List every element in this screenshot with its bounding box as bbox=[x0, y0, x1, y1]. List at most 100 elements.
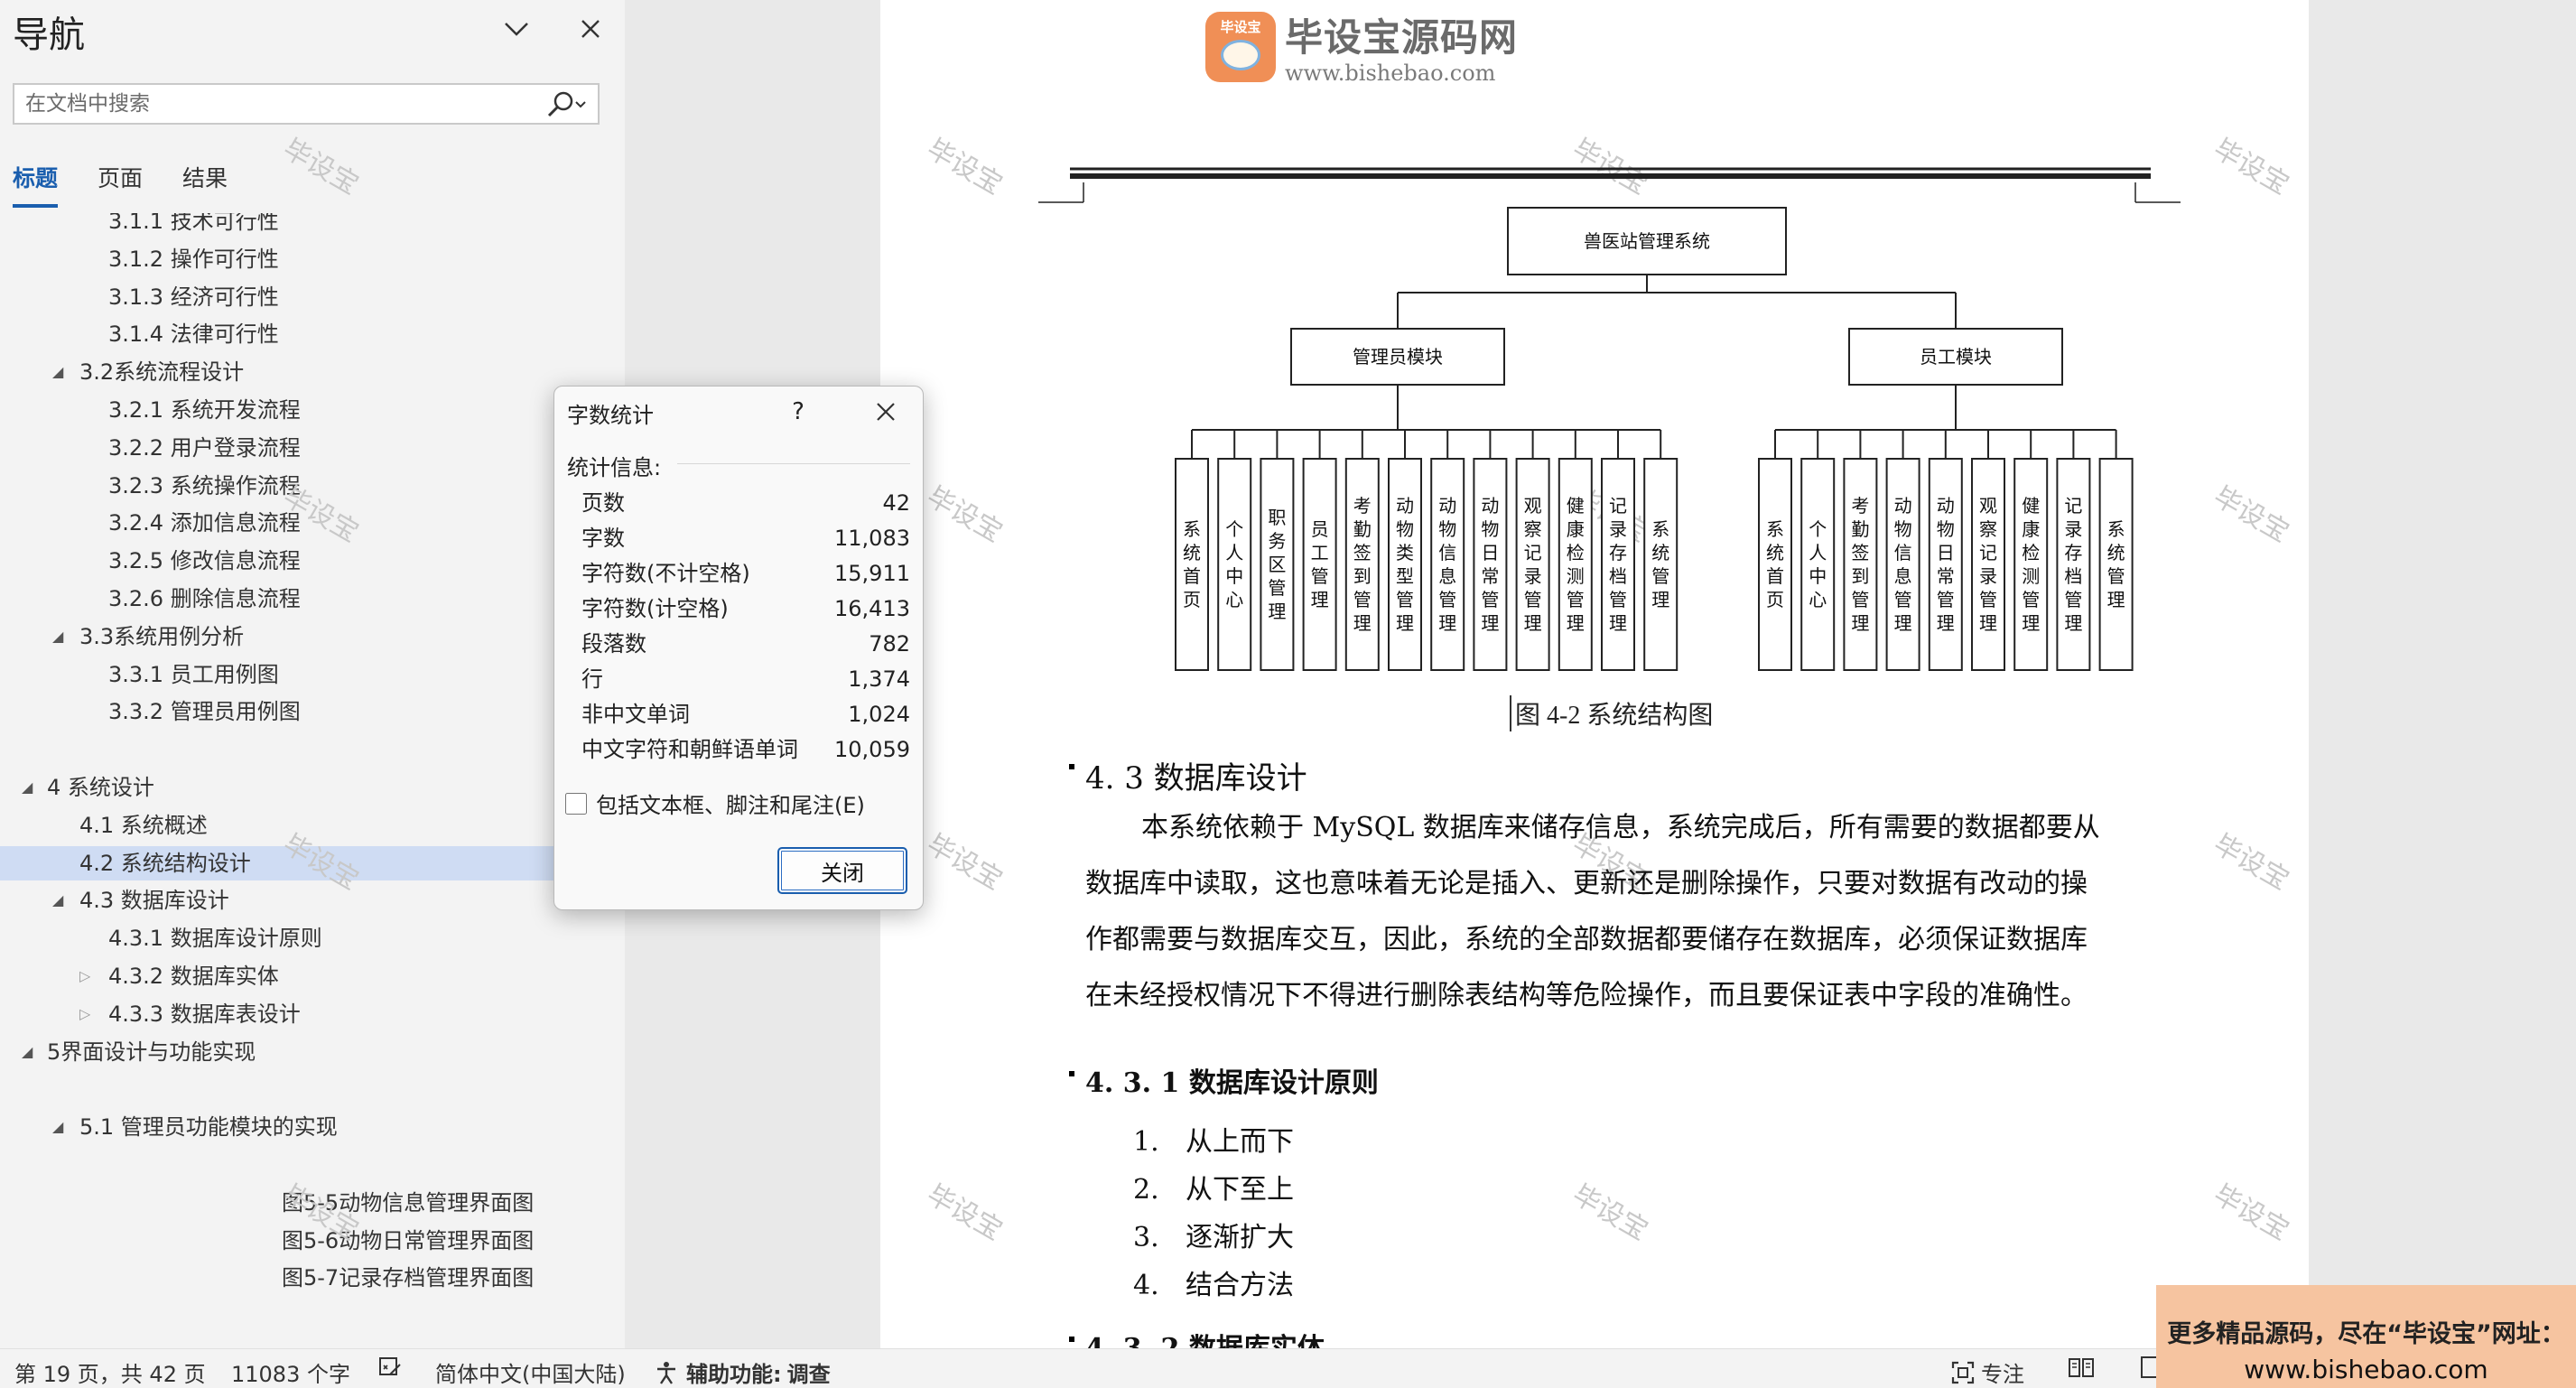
proofing-icon bbox=[379, 1357, 401, 1375]
nav-tree-label: 3.1.4 法律可行性 bbox=[108, 321, 279, 348]
stat-label: 中文字符和朝鲜语单词 bbox=[581, 737, 798, 762]
list-text: 逐渐扩大 bbox=[1186, 1222, 1294, 1253]
help-button[interactable]: ? bbox=[780, 394, 816, 430]
nav-tree-spacer bbox=[0, 1148, 625, 1182]
stat-row: 页数 42 bbox=[581, 486, 910, 521]
nav-tree-item[interactable]: 3.3.2 管理员用例图 bbox=[0, 694, 625, 729]
logo-name: 毕设宝源码网 bbox=[1285, 15, 1519, 60]
dialog-title: 字数统计 bbox=[567, 403, 654, 428]
chevron-down-icon bbox=[505, 23, 528, 36]
promo-text: 更多精品源码，尽在“毕设宝”网址： bbox=[2167, 1320, 2565, 1348]
leaf-box bbox=[1928, 458, 1963, 671]
navigation-pane: 导航 标题 页面 结果 3.1.1 技术可行性 3.1.2 操作可行性 3.1.3 … bbox=[0, 0, 625, 1348]
nav-tree-item[interactable]: 3.2.2 用户登录流程 bbox=[0, 431, 625, 465]
nav-close-button[interactable] bbox=[571, 9, 610, 49]
nav-tree-item[interactable]: 3.1.1 技术可行性 bbox=[0, 213, 625, 238]
nav-tree-label: 4.3.1 数据库设计原则 bbox=[108, 926, 322, 952]
collapsed-triangle-icon[interactable]: ▷ bbox=[79, 959, 90, 993]
search-button[interactable] bbox=[544, 90, 587, 119]
nav-tree-label: 5界面设计与功能实现 bbox=[47, 1039, 256, 1065]
search-input[interactable] bbox=[14, 85, 538, 123]
nav-tree-item[interactable]: 3.2.1 系统开发流程 bbox=[0, 393, 625, 427]
leaf-box bbox=[1800, 458, 1836, 671]
leaf-box bbox=[1217, 458, 1252, 671]
nav-tree-item[interactable]: 3.1.2 操作可行性 bbox=[0, 242, 625, 276]
list-text: 结合方法 bbox=[1186, 1270, 1294, 1301]
nav-tree-item[interactable]: 3.2.6 删除信息流程 bbox=[0, 582, 625, 616]
nav-tree-item[interactable]: ◢ 5界面设计与功能实现 bbox=[0, 1035, 625, 1069]
checkbox-label: 包括文本框、脚注和尾注(E) bbox=[596, 793, 865, 818]
include-textboxes-checkbox[interactable] bbox=[565, 792, 587, 815]
stat-row: 行 1,374 bbox=[581, 662, 910, 697]
list-number: 2. bbox=[1133, 1174, 1159, 1206]
nav-tree-label: 3.2.3 系统操作流程 bbox=[108, 472, 301, 498]
collapsed-triangle-icon[interactable]: ▷ bbox=[79, 997, 90, 1031]
leaf-box bbox=[2098, 458, 2134, 671]
nav-tree-item[interactable]: ▷ 4.3.3 数据库表设计 bbox=[0, 997, 625, 1031]
nav-tree-item[interactable]: ◢ 4.3 数据库设计 bbox=[0, 883, 625, 918]
focus-label: 专注 bbox=[1981, 1362, 2024, 1387]
close-icon bbox=[581, 20, 600, 38]
include-textboxes-option[interactable]: 包括文本框、脚注和尾注(E) bbox=[565, 787, 865, 819]
nav-tree-label: 3.2.6 删除信息流程 bbox=[108, 586, 301, 611]
nav-tree-item[interactable]: ◢ 4 系统设计 bbox=[0, 770, 625, 805]
stat-value: 15,911 bbox=[834, 561, 910, 586]
focus-mode-button[interactable]: 专注 bbox=[1950, 1356, 2024, 1388]
word-counter[interactable]: 11083 个字 bbox=[231, 1356, 350, 1388]
expanded-triangle-icon[interactable]: ◢ bbox=[52, 355, 63, 389]
paragraph-line: 作都需要与数据库交互，因此，系统的全部数据都要储存在数据库，必须保证数据库 bbox=[1085, 924, 2088, 955]
focus-icon bbox=[1951, 1361, 1975, 1383]
nav-tree-item[interactable]: ▷ 4.3.2 数据库实体 bbox=[0, 959, 625, 993]
expanded-triangle-icon[interactable]: ◢ bbox=[52, 619, 63, 654]
nav-title: 导航 bbox=[13, 14, 85, 56]
read-mode-button[interactable] bbox=[2068, 1355, 2095, 1380]
heading-4-3: 4. 3 数据库设计 bbox=[1069, 753, 1307, 797]
system-structure-diagram: 兽医站管理系统管理员模块系统首页个人中心职务区管理员工管理考勤签到管理动物类型管… bbox=[1038, 167, 2181, 671]
body-paragraph: 本系统依赖于 MySQL 数据库来储存信息，系统完成后，所有需要的数据都要从 数… bbox=[1085, 800, 2151, 1024]
nav-tree-item[interactable]: 3.2.5 修改信息流程 bbox=[0, 544, 625, 578]
nav-tree-label: 3.3系统用例分析 bbox=[79, 623, 245, 649]
leaf-box bbox=[1430, 458, 1465, 671]
nav-tree-item[interactable]: 图5-7记录存档管理界面图 bbox=[0, 1261, 625, 1295]
nav-tree-label: 3.1.2 操作可行性 bbox=[108, 246, 279, 272]
stat-label: 字符数(计空格) bbox=[581, 596, 729, 621]
expanded-triangle-icon[interactable]: ◢ bbox=[52, 883, 63, 918]
close-button[interactable]: 关闭 bbox=[777, 847, 907, 894]
nav-tree-label: 4.3.2 数据库实体 bbox=[108, 964, 279, 989]
nav-tree-label: 3.3.2 管理员用例图 bbox=[108, 699, 301, 725]
nav-tree-item[interactable]: 3.1.3 经济可行性 bbox=[0, 280, 625, 314]
nav-tree-item[interactable]: 图5-6动物日常管理界面图 bbox=[0, 1224, 625, 1258]
stat-row: 非中文单词 1,024 bbox=[581, 697, 910, 732]
tab-pages[interactable]: 页面 bbox=[98, 161, 143, 208]
expanded-triangle-icon[interactable]: ◢ bbox=[52, 1110, 63, 1144]
tab-headings[interactable]: 标题 bbox=[13, 161, 59, 208]
nav-tree-label: 4.3.3 数据库表设计 bbox=[108, 1001, 301, 1027]
nav-tree-label: 3.2.1 系统开发流程 bbox=[108, 397, 301, 423]
dialog-close-button[interactable] bbox=[861, 390, 910, 433]
expanded-triangle-icon[interactable]: ◢ bbox=[22, 1035, 33, 1069]
page-counter[interactable]: 第 19 页，共 42 页 bbox=[14, 1356, 206, 1388]
proofing-status[interactable] bbox=[377, 1355, 403, 1380]
nav-tree-item[interactable]: 3.1.4 法律可行性 bbox=[0, 317, 625, 351]
expanded-triangle-icon[interactable]: ◢ bbox=[22, 770, 33, 805]
diagram-box-label: 员工模块 bbox=[1920, 346, 1992, 368]
stat-value: 11,083 bbox=[834, 526, 910, 551]
nav-tree-item[interactable]: 3.3.1 员工用例图 bbox=[0, 657, 625, 692]
nav-tree-label: 5.1 管理员功能模块的实现 bbox=[79, 1114, 338, 1141]
nav-tree-item[interactable]: ◢ 3.3系统用例分析 bbox=[0, 619, 625, 654]
nav-tree-item[interactable]: ◢ 5.1 管理员功能模块的实现 bbox=[0, 1110, 625, 1144]
stat-value: 1,024 bbox=[848, 702, 910, 727]
list-text: 从下至上 bbox=[1186, 1174, 1294, 1206]
nav-tree-item[interactable]: 4.3.1 数据库设计原则 bbox=[0, 921, 625, 955]
nav-options-button[interactable] bbox=[497, 9, 536, 49]
statistics-label: 统计信息: bbox=[567, 455, 662, 480]
nav-tree-item[interactable]: ◢ 3.2系统流程设计 bbox=[0, 355, 625, 389]
nav-tree-label: 3.1.3 经济可行性 bbox=[108, 284, 279, 310]
language-status[interactable]: 简体中文(中国大陆) bbox=[435, 1356, 626, 1388]
stat-row: 中文字符和朝鲜语单词 10,059 bbox=[581, 732, 910, 768]
accessibility-status[interactable]: 辅助功能: 调查 bbox=[654, 1356, 831, 1388]
nav-tree-label: 4.2 系统结构设计 bbox=[79, 850, 251, 876]
tab-results[interactable]: 结果 bbox=[182, 161, 228, 208]
leaf-box bbox=[1843, 458, 1878, 671]
stat-label: 非中文单词 bbox=[581, 702, 690, 727]
